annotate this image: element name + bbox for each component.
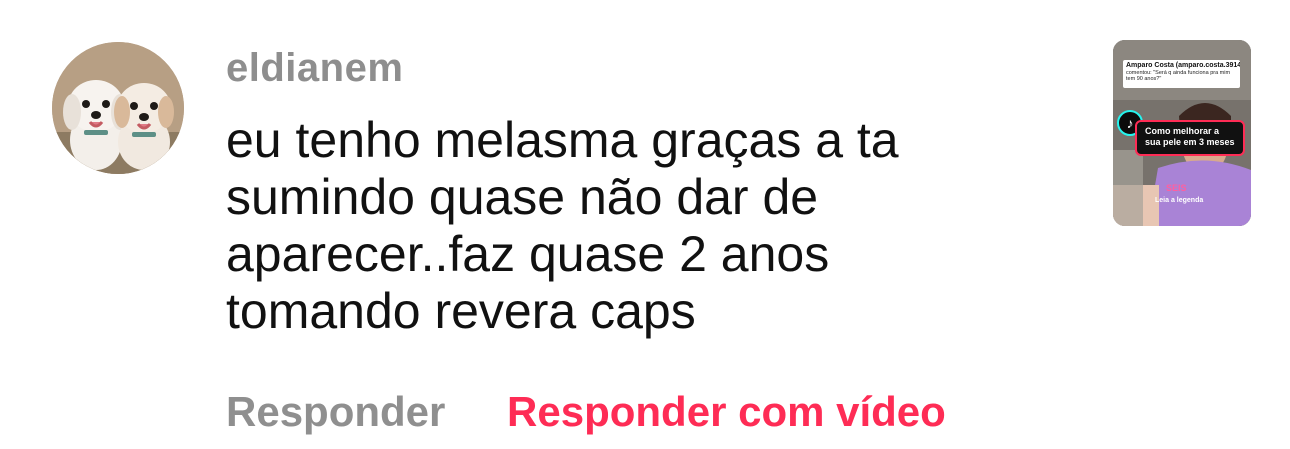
thumbnail-footer-text: Leia a legenda (1155, 197, 1204, 204)
thumbnail-comment-card: Amparo Costa (amparo.costa.39142) coment… (1123, 60, 1240, 88)
comment-actions: Responder Responder com vídeo (226, 388, 946, 436)
avatar[interactable] (52, 42, 184, 174)
comment-line: eu tenho melasma graças a ta (226, 112, 899, 168)
thumbnail-caption: Como melhorar a sua pele em 3 meses (1135, 120, 1245, 156)
avatar-dogs-image (52, 42, 184, 174)
video-thumbnail[interactable]: Amparo Costa (amparo.costa.39142) coment… (1113, 40, 1251, 226)
thumbnail-card-title: Amparo Costa (amparo.costa.39142) (1126, 62, 1240, 69)
comment-line: tomando revera caps (226, 283, 696, 339)
thumbnail-card-text: comentou: "Será q ainda funciona pra mim… (1126, 70, 1231, 82)
thumbnail-shirt-text: SEIS (1166, 183, 1187, 193)
comment-text: eu tenho melasma graças a ta sumindo qua… (226, 112, 1006, 340)
comment-username[interactable]: eldianem (226, 46, 403, 91)
reply-with-video-button[interactable]: Responder com vídeo (507, 388, 946, 435)
comment-line: sumindo quase não dar de (226, 169, 819, 225)
reply-button[interactable]: Responder (226, 388, 445, 435)
comment-line: aparecer..faz quase 2 anos (226, 226, 830, 282)
